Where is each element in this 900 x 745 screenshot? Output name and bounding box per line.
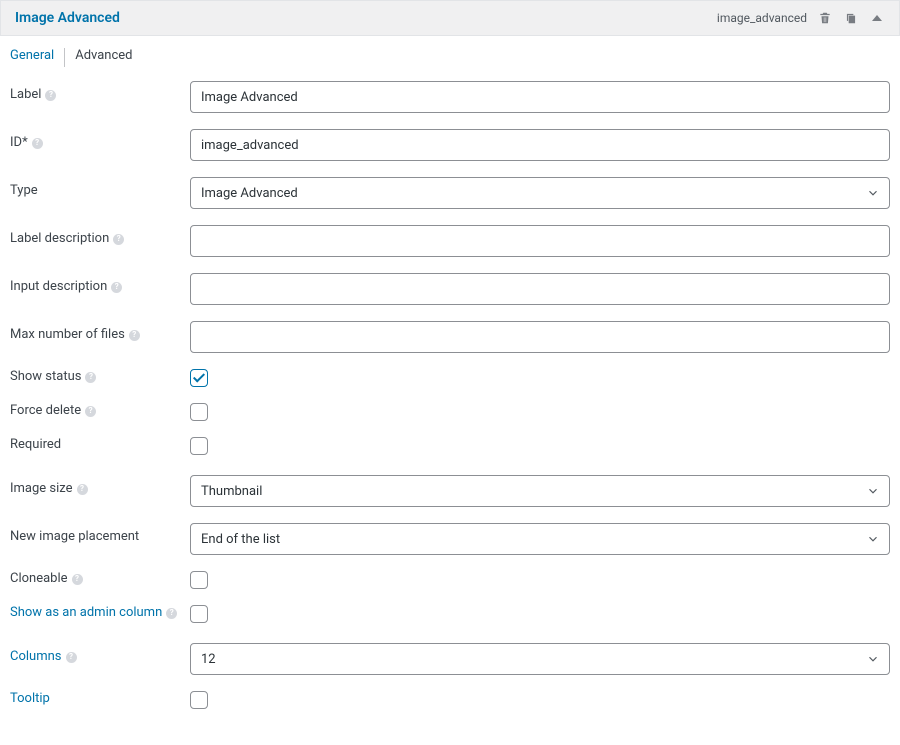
duplicate-icon[interactable] bbox=[843, 10, 859, 26]
label-text: Tooltip bbox=[10, 691, 50, 708]
tab-general[interactable]: General bbox=[10, 48, 65, 67]
panel-id-text: image_advanced bbox=[717, 11, 807, 25]
row-max-files: Max number of files ? bbox=[10, 321, 890, 353]
label-text: Input description bbox=[10, 279, 107, 296]
columns-label[interactable]: Columns ? bbox=[10, 643, 190, 666]
columns-select[interactable] bbox=[190, 643, 890, 675]
force-delete-label: Force delete ? bbox=[10, 403, 190, 420]
form: Label ? ID* ? Type Labe bbox=[0, 67, 900, 745]
row-image-size: Image size ? bbox=[10, 475, 890, 507]
tab-advanced[interactable]: Advanced bbox=[75, 48, 142, 67]
row-show-admin-column: Show as an admin column ? bbox=[10, 605, 890, 627]
trash-icon[interactable] bbox=[817, 10, 833, 26]
max-files-label: Max number of files ? bbox=[10, 321, 190, 344]
label-text: New image placement bbox=[10, 529, 139, 546]
row-label: Label ? bbox=[10, 81, 890, 113]
row-input-description: Input description ? bbox=[10, 273, 890, 305]
image-size-label: Image size ? bbox=[10, 475, 190, 498]
help-icon[interactable]: ? bbox=[166, 608, 177, 619]
id-label: ID* ? bbox=[10, 129, 190, 152]
label-label: Label ? bbox=[10, 81, 190, 104]
label-text: Cloneable bbox=[10, 571, 68, 588]
label-text: Type bbox=[10, 183, 38, 200]
help-icon[interactable]: ? bbox=[85, 372, 96, 383]
required-checkbox[interactable] bbox=[190, 437, 208, 455]
label-text: Max number of files bbox=[10, 327, 125, 344]
label-text: Label bbox=[10, 87, 41, 104]
new-image-placement-select[interactable] bbox=[190, 523, 890, 555]
help-icon[interactable]: ? bbox=[72, 574, 83, 585]
show-status-label: Show status ? bbox=[10, 369, 190, 386]
help-icon[interactable]: ? bbox=[32, 138, 43, 149]
type-select[interactable] bbox=[190, 177, 890, 209]
tooltip-checkbox[interactable] bbox=[190, 691, 208, 709]
label-text: Force delete bbox=[10, 403, 81, 420]
id-input[interactable] bbox=[190, 129, 890, 161]
row-label-description: Label description ? bbox=[10, 225, 890, 257]
input-description-input[interactable] bbox=[190, 273, 890, 305]
panel-title: Image Advanced bbox=[15, 10, 120, 26]
help-icon[interactable]: ? bbox=[113, 234, 124, 245]
label-text: ID* bbox=[10, 135, 28, 152]
cloneable-label: Cloneable ? bbox=[10, 571, 190, 588]
force-delete-checkbox[interactable] bbox=[190, 403, 208, 421]
show-admin-column-label[interactable]: Show as an admin column ? bbox=[10, 605, 220, 622]
help-icon[interactable]: ? bbox=[66, 652, 77, 663]
label-text: Image size bbox=[10, 481, 73, 498]
collapse-icon[interactable] bbox=[869, 10, 885, 26]
label-text: Columns bbox=[10, 649, 62, 666]
row-cloneable: Cloneable ? bbox=[10, 571, 890, 593]
tabs: General Advanced bbox=[0, 36, 900, 67]
row-required: Required bbox=[10, 437, 890, 459]
cloneable-checkbox[interactable] bbox=[190, 571, 208, 589]
label-input[interactable] bbox=[190, 81, 890, 113]
show-status-checkbox[interactable] bbox=[190, 369, 208, 387]
row-show-status: Show status ? bbox=[10, 369, 890, 391]
type-label: Type bbox=[10, 177, 190, 200]
required-label: Required bbox=[10, 437, 190, 454]
show-admin-column-checkbox[interactable] bbox=[190, 605, 208, 623]
panel-header: Image Advanced image_advanced bbox=[0, 0, 900, 36]
help-icon[interactable]: ? bbox=[45, 90, 56, 101]
row-columns: Columns ? bbox=[10, 643, 890, 675]
row-type: Type bbox=[10, 177, 890, 209]
help-icon[interactable]: ? bbox=[85, 406, 96, 417]
help-icon[interactable]: ? bbox=[111, 282, 122, 293]
max-files-input[interactable] bbox=[190, 321, 890, 353]
row-tooltip: Tooltip bbox=[10, 691, 890, 713]
label-description-input[interactable] bbox=[190, 225, 890, 257]
row-new-image-placement: New image placement bbox=[10, 523, 890, 555]
panel-actions: image_advanced bbox=[717, 10, 885, 26]
help-icon[interactable]: ? bbox=[129, 330, 140, 341]
new-image-placement-label: New image placement bbox=[10, 523, 190, 546]
label-text: Required bbox=[10, 437, 61, 454]
help-icon[interactable]: ? bbox=[77, 484, 88, 495]
label-description-label: Label description ? bbox=[10, 225, 190, 248]
row-id: ID* ? bbox=[10, 129, 890, 161]
image-size-select[interactable] bbox=[190, 475, 890, 507]
row-force-delete: Force delete ? bbox=[10, 403, 890, 425]
input-description-label: Input description ? bbox=[10, 273, 190, 296]
tooltip-label[interactable]: Tooltip bbox=[10, 691, 190, 708]
label-text: Label description bbox=[10, 231, 109, 248]
label-text: Show as an admin column bbox=[10, 605, 162, 622]
label-text: Show status bbox=[10, 369, 81, 386]
